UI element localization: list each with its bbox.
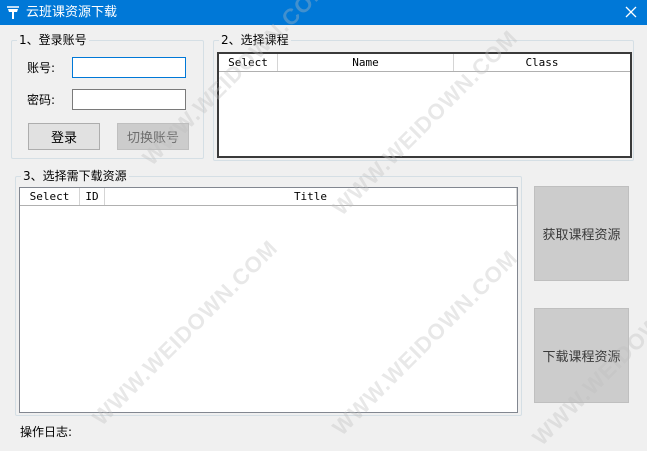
resource-col-title[interactable]: Title: [105, 188, 517, 205]
close-button[interactable]: [615, 0, 647, 25]
course-group: 2、选择课程 Select Name Class: [213, 33, 634, 161]
login-group: 1、登录账号 账号: 密码: 登录 切换账号: [11, 33, 204, 159]
resource-group: 3、选择需下载资源 Select ID Title: [15, 169, 522, 416]
app-icon: [7, 6, 19, 19]
password-label: 密码:: [27, 93, 56, 107]
login-group-legend: 1、登录账号: [17, 33, 89, 47]
window-title: 云班课资源下载: [26, 5, 118, 20]
account-input[interactable]: [72, 57, 186, 78]
download-resources-button[interactable]: 下载课程资源: [534, 308, 629, 403]
resource-group-legend: 3、选择需下载资源: [21, 169, 129, 183]
resource-list-header: Select ID Title: [20, 188, 517, 206]
switch-account-button[interactable]: 切换账号: [117, 123, 189, 150]
login-button[interactable]: 登录: [28, 123, 100, 150]
resource-col-id[interactable]: ID: [80, 188, 105, 205]
password-input[interactable]: [72, 89, 186, 110]
fetch-resources-button[interactable]: 获取课程资源: [534, 186, 629, 281]
course-col-name[interactable]: Name: [278, 54, 454, 71]
course-col-class[interactable]: Class: [454, 54, 630, 71]
resource-list[interactable]: Select ID Title: [19, 187, 518, 413]
account-label: 账号:: [27, 61, 56, 75]
course-group-legend: 2、选择课程: [219, 33, 291, 47]
course-list-header: Select Name Class: [219, 54, 630, 72]
title-bar[interactable]: 云班课资源下载: [0, 0, 647, 25]
close-icon: [625, 6, 637, 18]
log-label: 操作日志:: [20, 425, 73, 439]
course-list[interactable]: Select Name Class: [217, 52, 632, 158]
resource-col-select[interactable]: Select: [20, 188, 80, 205]
course-col-select[interactable]: Select: [219, 54, 278, 71]
